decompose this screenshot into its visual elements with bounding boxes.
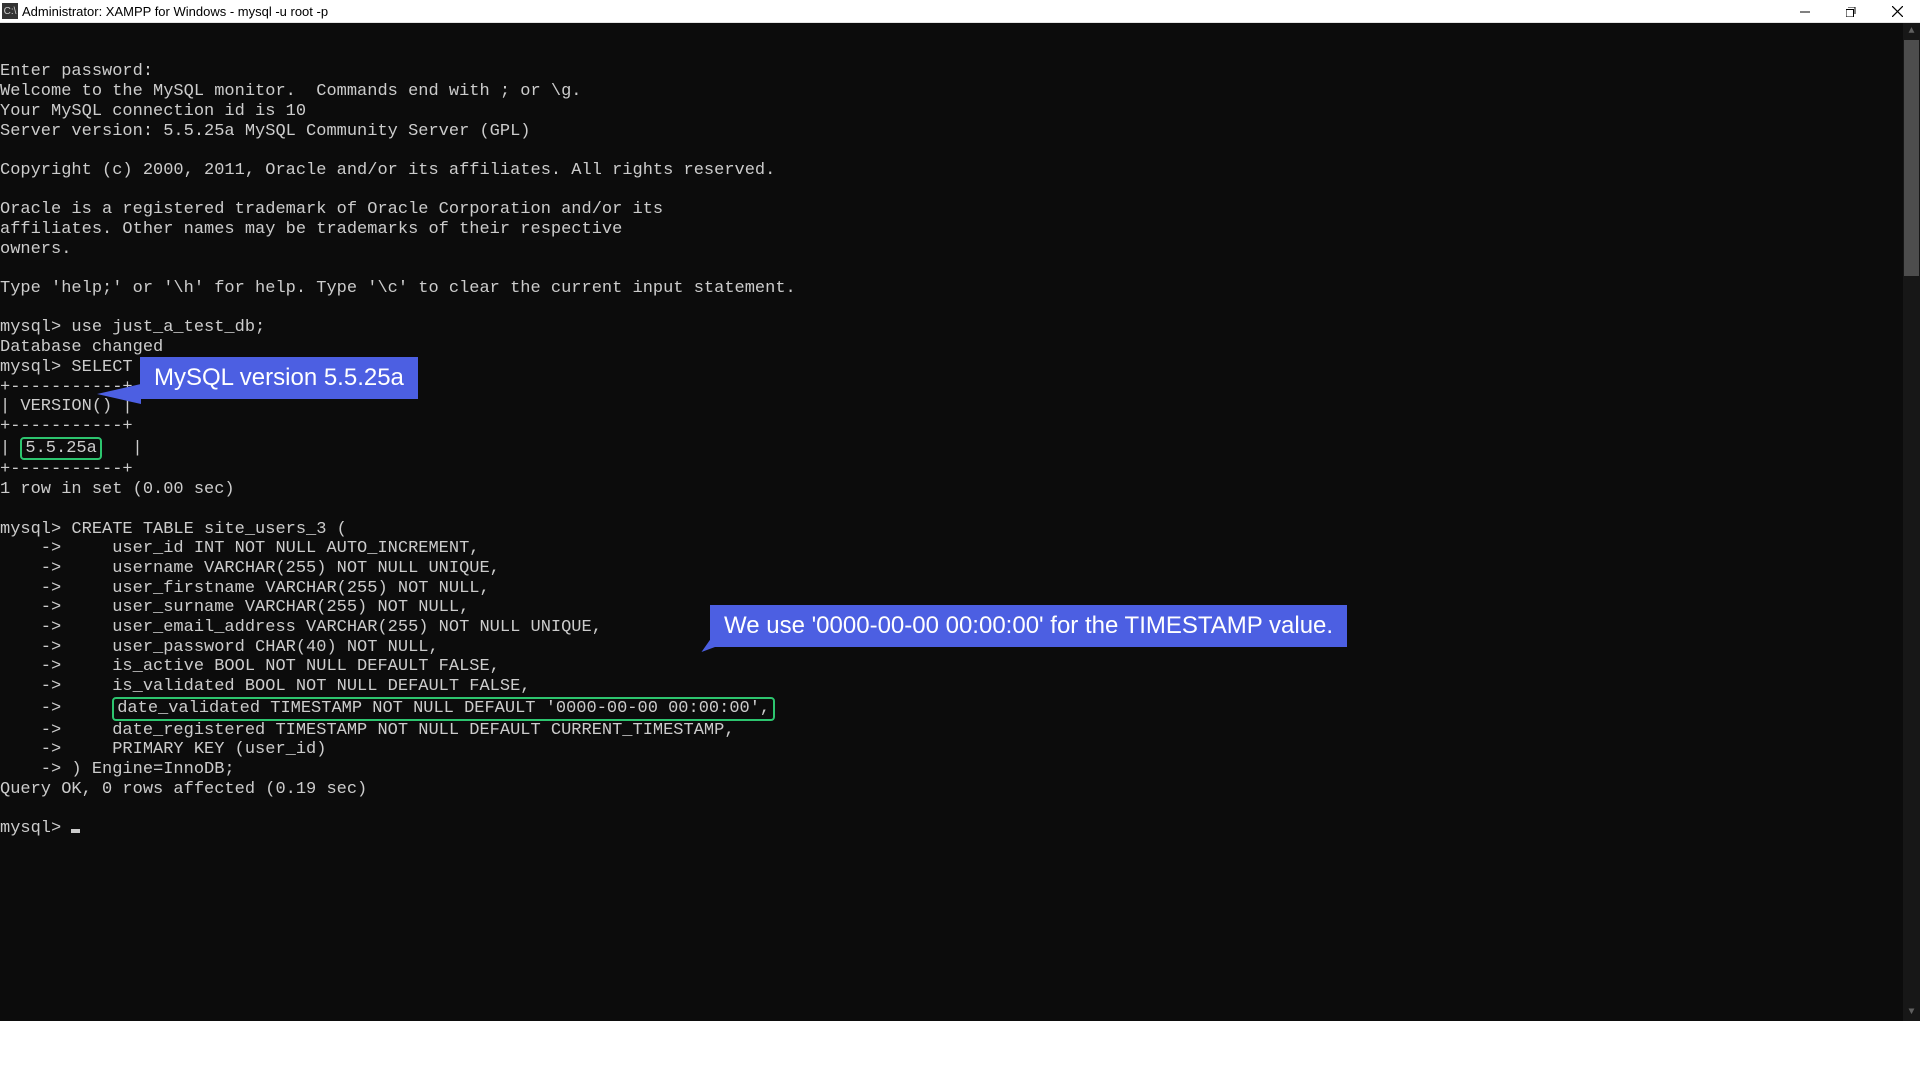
terminal-line: Copyright (c) 2000, 2011, Oracle and/or … — [0, 161, 1497, 181]
terminal-line: Type 'help;' or '\h' for help. Type '\c'… — [0, 279, 1497, 299]
cmd-icon: C:\ — [2, 3, 18, 19]
terminal-line: | VERSION() | — [0, 397, 1497, 417]
terminal-line-date-validated: -> date_validated TIMESTAMP NOT NULL DEF… — [0, 697, 1497, 721]
terminal-line: Welcome to the MySQL monitor. Commands e… — [0, 82, 1497, 102]
terminal-line: Server version: 5.5.25a MySQL Community … — [0, 122, 1497, 142]
terminal-line: -> username VARCHAR(255) NOT NULL UNIQUE… — [0, 559, 1497, 579]
terminal-line — [0, 181, 1497, 201]
minimize-button[interactable] — [1782, 0, 1828, 23]
terminal-line: Enter password: — [0, 62, 1497, 82]
terminal-line: affiliates. Other names may be trademark… — [0, 220, 1497, 240]
terminal-line: -> ) Engine=InnoDB; — [0, 760, 1497, 780]
cursor-icon — [71, 829, 80, 833]
terminal-line: -> date_registered TIMESTAMP NOT NULL DE… — [0, 721, 1497, 741]
terminal-line: +-----------+ — [0, 417, 1497, 437]
terminal-line: -> user_id INT NOT NULL AUTO_INCREMENT, — [0, 539, 1497, 559]
terminal-line — [0, 141, 1497, 161]
close-button[interactable] — [1874, 0, 1920, 23]
close-icon — [1892, 6, 1903, 17]
terminal-line: -> PRIMARY KEY (user_id) — [0, 740, 1497, 760]
window-title: Administrator: XAMPP for Windows - mysql… — [22, 4, 328, 19]
window-controls — [1782, 0, 1920, 23]
version-highlight: 5.5.25a — [20, 437, 101, 461]
terminal-line — [0, 299, 1497, 319]
terminal-line: -> is_active BOOL NOT NULL DEFAULT FALSE… — [0, 657, 1497, 677]
terminal-line — [0, 259, 1497, 279]
terminal-line-version: | 5.5.25a | — [0, 437, 1497, 461]
terminal-line — [0, 500, 1497, 520]
terminal-viewport[interactable]: Enter password:Welcome to the MySQL moni… — [0, 23, 1920, 1021]
callout-pointer-1 — [97, 384, 141, 404]
terminal-prompt[interactable]: mysql> — [0, 819, 1497, 839]
minimize-icon — [1800, 7, 1810, 17]
date-validated-highlight: date_validated TIMESTAMP NOT NULL DEFAUL… — [112, 697, 775, 721]
terminal-line: Oracle is a registered trademark of Orac… — [0, 200, 1497, 220]
terminal-line: Query OK, 0 rows affected (0.19 sec) — [0, 780, 1497, 800]
restore-icon — [1846, 7, 1856, 17]
terminal-line: mysql> CREATE TABLE site_users_3 ( — [0, 520, 1497, 540]
terminal-line: 1 row in set (0.00 sec) — [0, 480, 1497, 500]
terminal-line: -> is_validated BOOL NOT NULL DEFAULT FA… — [0, 677, 1497, 697]
terminal-line: Database changed — [0, 338, 1497, 358]
scrollbar-down-button[interactable]: ▼ — [1903, 1004, 1920, 1021]
vertical-scrollbar[interactable]: ▲ ▼ — [1903, 23, 1920, 1021]
terminal-line: +-----------+ — [0, 460, 1497, 480]
terminal-line: Your MySQL connection id is 10 — [0, 102, 1497, 122]
window-titlebar[interactable]: C:\ Administrator: XAMPP for Windows - m… — [0, 0, 1920, 23]
annotation-version: MySQL version 5.5.25a — [140, 357, 418, 399]
scrollbar-up-button[interactable]: ▲ — [1903, 23, 1920, 40]
terminal-line: owners. — [0, 240, 1497, 260]
terminal-line — [0, 799, 1497, 819]
annotation-timestamp: We use '0000-00-00 00:00:00' for the TIM… — [710, 605, 1347, 647]
terminal-line: -> user_firstname VARCHAR(255) NOT NULL, — [0, 579, 1497, 599]
terminal-line: mysql> use just_a_test_db; — [0, 318, 1497, 338]
maximize-button[interactable] — [1828, 0, 1874, 23]
terminal-content[interactable]: Enter password:Welcome to the MySQL moni… — [0, 62, 1497, 1060]
scrollbar-thumb[interactable] — [1904, 40, 1919, 276]
